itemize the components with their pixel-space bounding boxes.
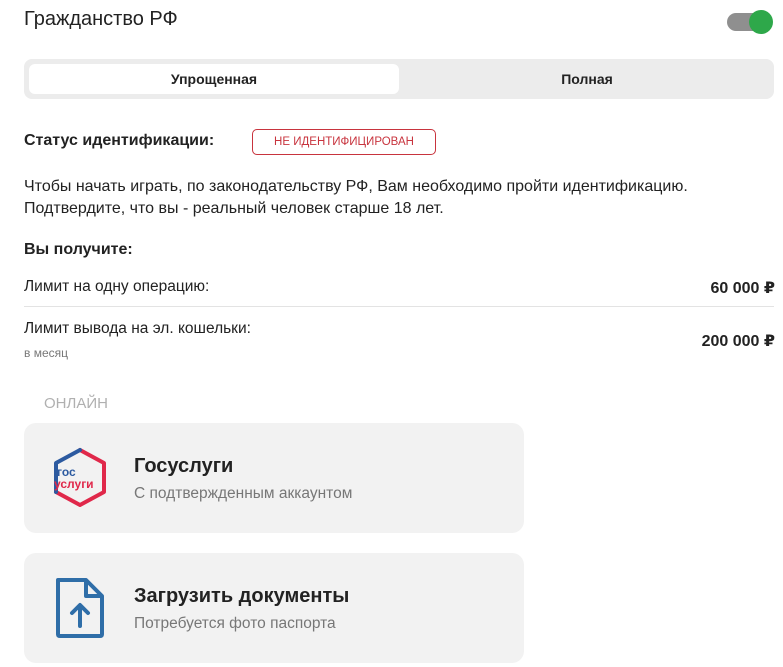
gosuslugi-title: Госуслуги	[134, 455, 234, 477]
gosuslugi-logo-text-bottom: услуги	[54, 477, 94, 491]
limit-per-operation-value: 60 000 ₽	[710, 280, 775, 297]
citizenship-toggle[interactable]	[727, 10, 775, 34]
upload-document-icon	[48, 576, 112, 640]
description-text: Чтобы начать играть, по законодательству…	[24, 178, 688, 217]
upload-documents-option-card[interactable]: Загрузить документы Потребуется фото пас…	[24, 553, 524, 663]
withdrawal-limit-label: Лимит вывода на эл. кошельки:	[24, 320, 251, 337]
status-badge: НЕ ИДЕНТИФИЦИРОВАН	[252, 129, 436, 155]
upload-documents-title: Загрузить документы	[134, 585, 350, 607]
status-label: Статус идентификации:	[24, 132, 215, 149]
section-label-online: ОНЛАЙН	[44, 395, 108, 412]
withdrawal-limit-value: 200 000 ₽	[701, 333, 775, 350]
divider	[24, 306, 774, 307]
tab-simplified[interactable]: Упрощенная	[29, 64, 399, 94]
gosuslugi-option-card[interactable]: гос услуги Госуслуги С подтвержденным ак…	[24, 423, 524, 533]
identification-type-switch: Упрощенная Полная	[24, 59, 774, 99]
benefits-title: Вы получите:	[24, 241, 133, 258]
citizenship-panel: Гражданство РФ Упрощенная Полная Статус …	[0, 0, 783, 667]
tab-full[interactable]: Полная	[404, 64, 770, 94]
upload-documents-subtitle: Потребуется фото паспорта	[134, 615, 336, 632]
page-title: Гражданство РФ	[24, 8, 178, 30]
limit-per-operation-label: Лимит на одну операцию:	[24, 278, 210, 295]
gosuslugi-subtitle: С подтвержденным аккаунтом	[134, 485, 353, 502]
withdrawal-limit-period: в месяц	[24, 346, 69, 360]
gosuslugi-logo-icon: гос услуги	[48, 446, 112, 510]
toggle-knob	[749, 10, 773, 34]
